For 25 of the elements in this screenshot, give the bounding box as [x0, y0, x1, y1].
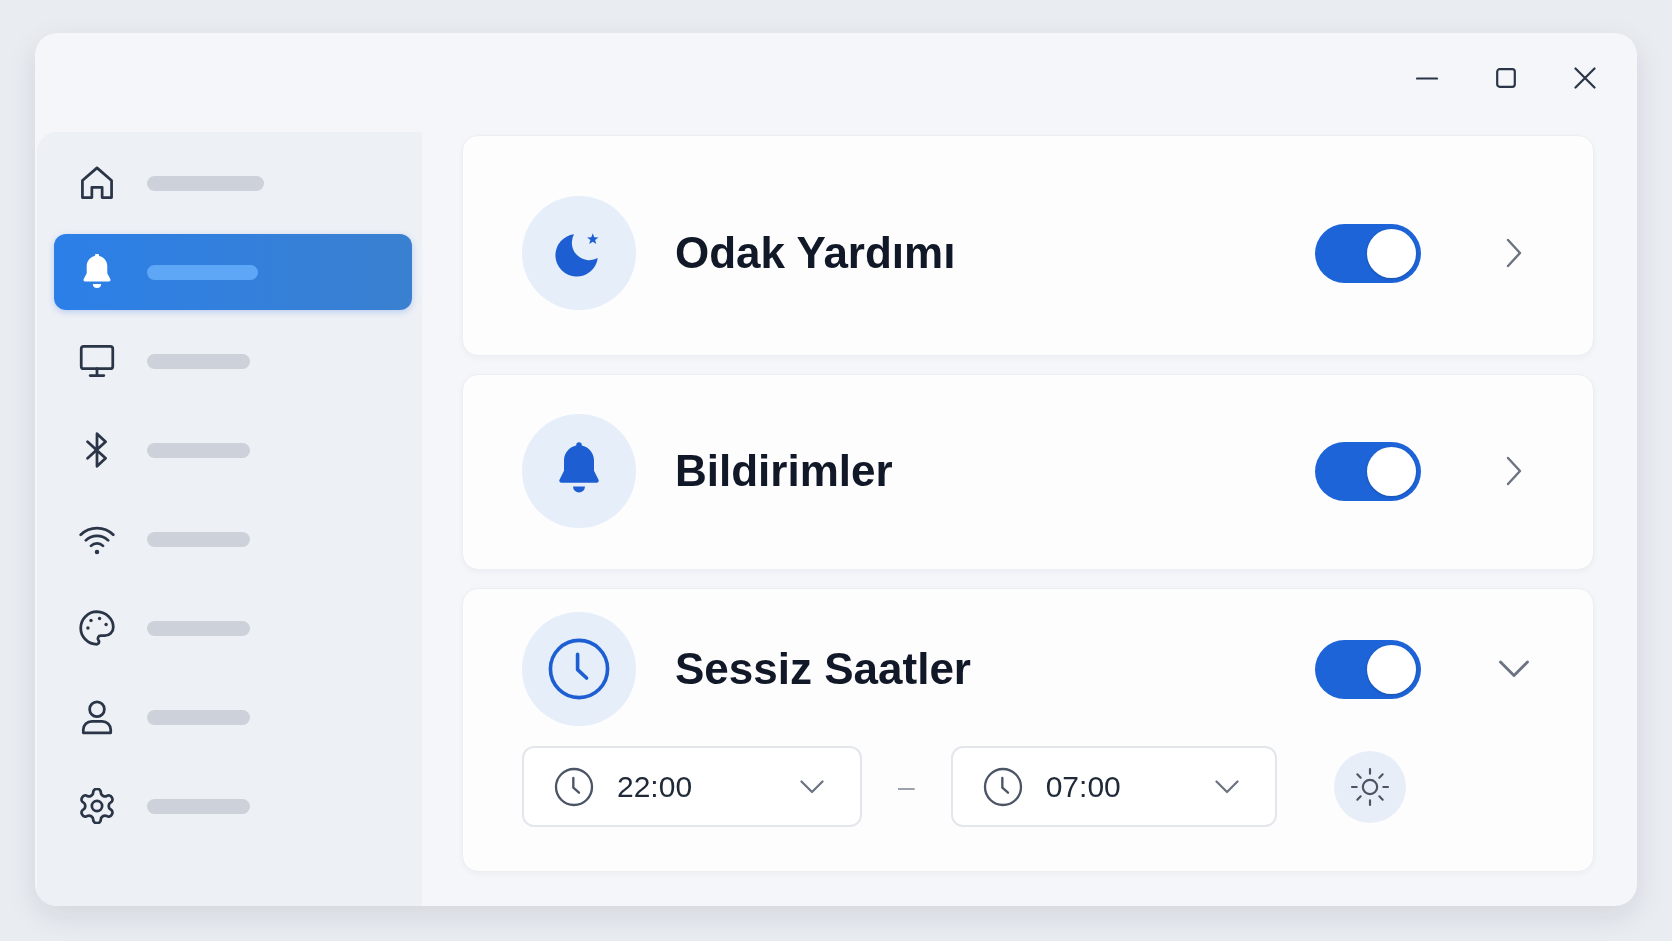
card-title: Bildirimler — [675, 444, 894, 497]
maximize-icon — [1496, 68, 1516, 88]
close-icon — [1574, 67, 1596, 89]
chevron-down-icon — [800, 779, 824, 794]
monitor-icon — [79, 343, 115, 379]
sun-icon — [1349, 766, 1390, 807]
time-separator: – — [898, 771, 915, 802]
palette-icon — [79, 610, 115, 646]
clock-icon — [554, 766, 594, 807]
chevron-down-icon — [1214, 779, 1239, 794]
home-icon — [79, 165, 115, 201]
start-time-dropdown[interactable]: 22:00 — [522, 746, 862, 827]
clock-icon — [522, 612, 636, 726]
minimize-icon — [1416, 76, 1438, 80]
card-title: Odak Yardımı — [675, 226, 957, 279]
chevron-right-icon[interactable] — [1506, 456, 1522, 486]
chevron-down-icon[interactable] — [1498, 660, 1530, 678]
gear-icon — [79, 788, 115, 824]
end-time-dropdown[interactable]: 07:00 — [950, 746, 1277, 827]
clock-icon — [982, 766, 1023, 807]
bell-icon — [522, 414, 636, 528]
card-title: Sessiz Saatler — [675, 642, 972, 695]
chevron-right-icon[interactable] — [1506, 238, 1522, 268]
user-icon — [79, 699, 115, 735]
sidebar-item[interactable] — [54, 234, 412, 310]
